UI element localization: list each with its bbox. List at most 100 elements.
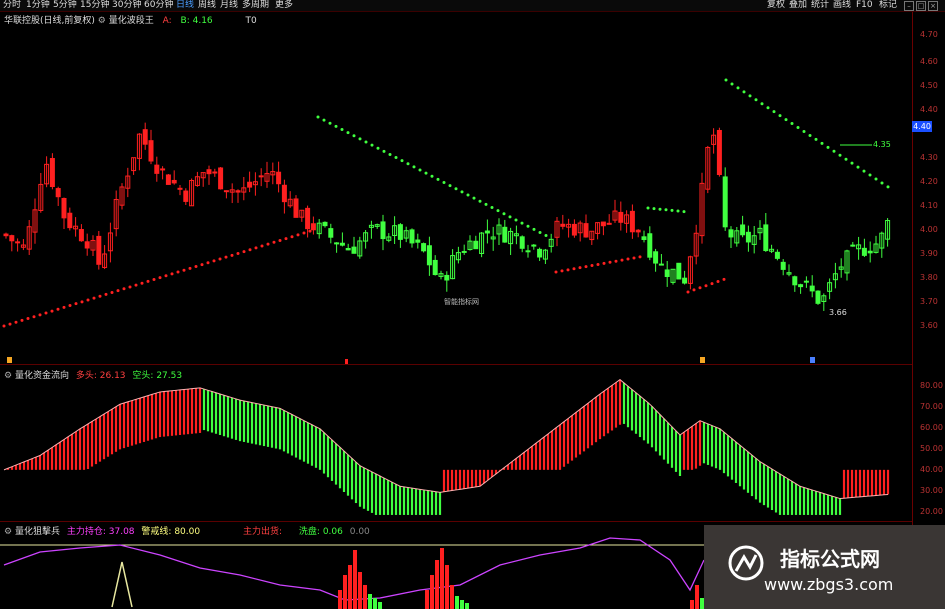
support-dot [200, 263, 204, 267]
support-dot [230, 253, 234, 257]
support-dot [278, 238, 282, 242]
support-dot [620, 258, 624, 262]
candle-body [345, 247, 351, 251]
candle-body [61, 197, 67, 219]
candle-body [647, 233, 653, 258]
candle-body [154, 164, 160, 174]
resistance-dot [826, 145, 830, 149]
resistance-dot [664, 208, 668, 212]
resistance-dot [346, 131, 350, 135]
resistance-dot [514, 218, 518, 222]
resistance-dot [388, 152, 392, 156]
resistance-dot [868, 173, 872, 177]
support-dot [566, 268, 570, 272]
support-dot [218, 257, 222, 261]
support-dot [296, 233, 300, 237]
candle-body [15, 241, 21, 244]
support-dot [578, 266, 582, 270]
resistance-dot [844, 157, 848, 161]
resistance-dot [736, 86, 740, 90]
resistance-dot [850, 161, 854, 165]
candle-body [142, 129, 148, 145]
candle-body [78, 229, 84, 242]
resistance-dot [538, 230, 542, 234]
resistance-dot [724, 78, 728, 82]
resistance-dot [796, 126, 800, 130]
watermark-title: 指标公式网 [780, 547, 880, 571]
resistance-dot [520, 221, 524, 225]
candle-body [600, 221, 606, 227]
candle-body [9, 235, 15, 242]
candle-body [171, 179, 177, 184]
resistance-dot [778, 114, 782, 118]
resistance-dot [886, 185, 890, 189]
washout-bar [465, 603, 469, 609]
resistance-dot [784, 118, 788, 122]
resistance-dot [490, 205, 494, 209]
support-dot [74, 302, 78, 306]
candle-body [629, 210, 635, 233]
candle-body [519, 236, 525, 249]
candle-body [537, 248, 543, 258]
spike-line [111, 561, 133, 608]
resistance-dot [400, 159, 404, 163]
candle-body [722, 176, 728, 228]
main-sell-bar [695, 585, 699, 609]
candle-body [798, 284, 804, 288]
resistance-dot [874, 177, 878, 181]
resistance-dot [880, 181, 884, 185]
washout-bar [378, 602, 382, 609]
resistance-dot [862, 169, 866, 173]
candle-body [531, 244, 537, 247]
resistance-dot [376, 146, 380, 150]
support-dot [50, 309, 54, 313]
support-dot [56, 307, 60, 311]
support-dot [116, 289, 120, 293]
candle-body [763, 224, 769, 252]
washout-bar [373, 598, 377, 609]
candle-body [571, 223, 577, 236]
main-sell-bar [445, 565, 449, 609]
main-sell-bar [348, 565, 352, 609]
candle-body [716, 129, 722, 175]
resistance-dot [442, 181, 446, 185]
candle-body [339, 242, 345, 246]
candle-body [583, 223, 589, 238]
candle-body [160, 168, 166, 171]
candle-body [305, 207, 311, 230]
resistance-dot [406, 162, 410, 166]
candle-body [247, 181, 253, 188]
chart-canvas[interactable] [0, 0, 945, 609]
candle-body [745, 231, 751, 243]
candle-body [276, 171, 282, 185]
support-dot [308, 229, 312, 233]
candle-body [861, 247, 867, 256]
candle-body [148, 140, 154, 162]
resistance-dot [544, 234, 548, 238]
support-dot [206, 261, 210, 265]
support-dot [110, 291, 114, 295]
support-dot [686, 290, 690, 294]
candle-body [740, 224, 746, 236]
resistance-dot [430, 174, 434, 178]
candle-body [218, 167, 224, 190]
support-dot [176, 270, 180, 274]
support-dot [290, 235, 294, 239]
candle-body [55, 188, 61, 198]
candle-body [444, 274, 450, 281]
resistance-dot [316, 115, 320, 119]
support-dot [284, 237, 288, 241]
resistance-dot [526, 224, 530, 228]
candle-body [780, 261, 786, 270]
resistance-dot [766, 106, 770, 110]
support-dot [224, 255, 228, 259]
main-sell-bar [358, 572, 362, 609]
candle-body [635, 229, 641, 233]
resistance-dot [856, 165, 860, 169]
support-dot [692, 288, 696, 292]
candle-body [49, 158, 55, 188]
resistance-dot [802, 129, 806, 133]
support-dot [266, 242, 270, 246]
resistance-dot [328, 121, 332, 125]
support-dot [272, 240, 276, 244]
